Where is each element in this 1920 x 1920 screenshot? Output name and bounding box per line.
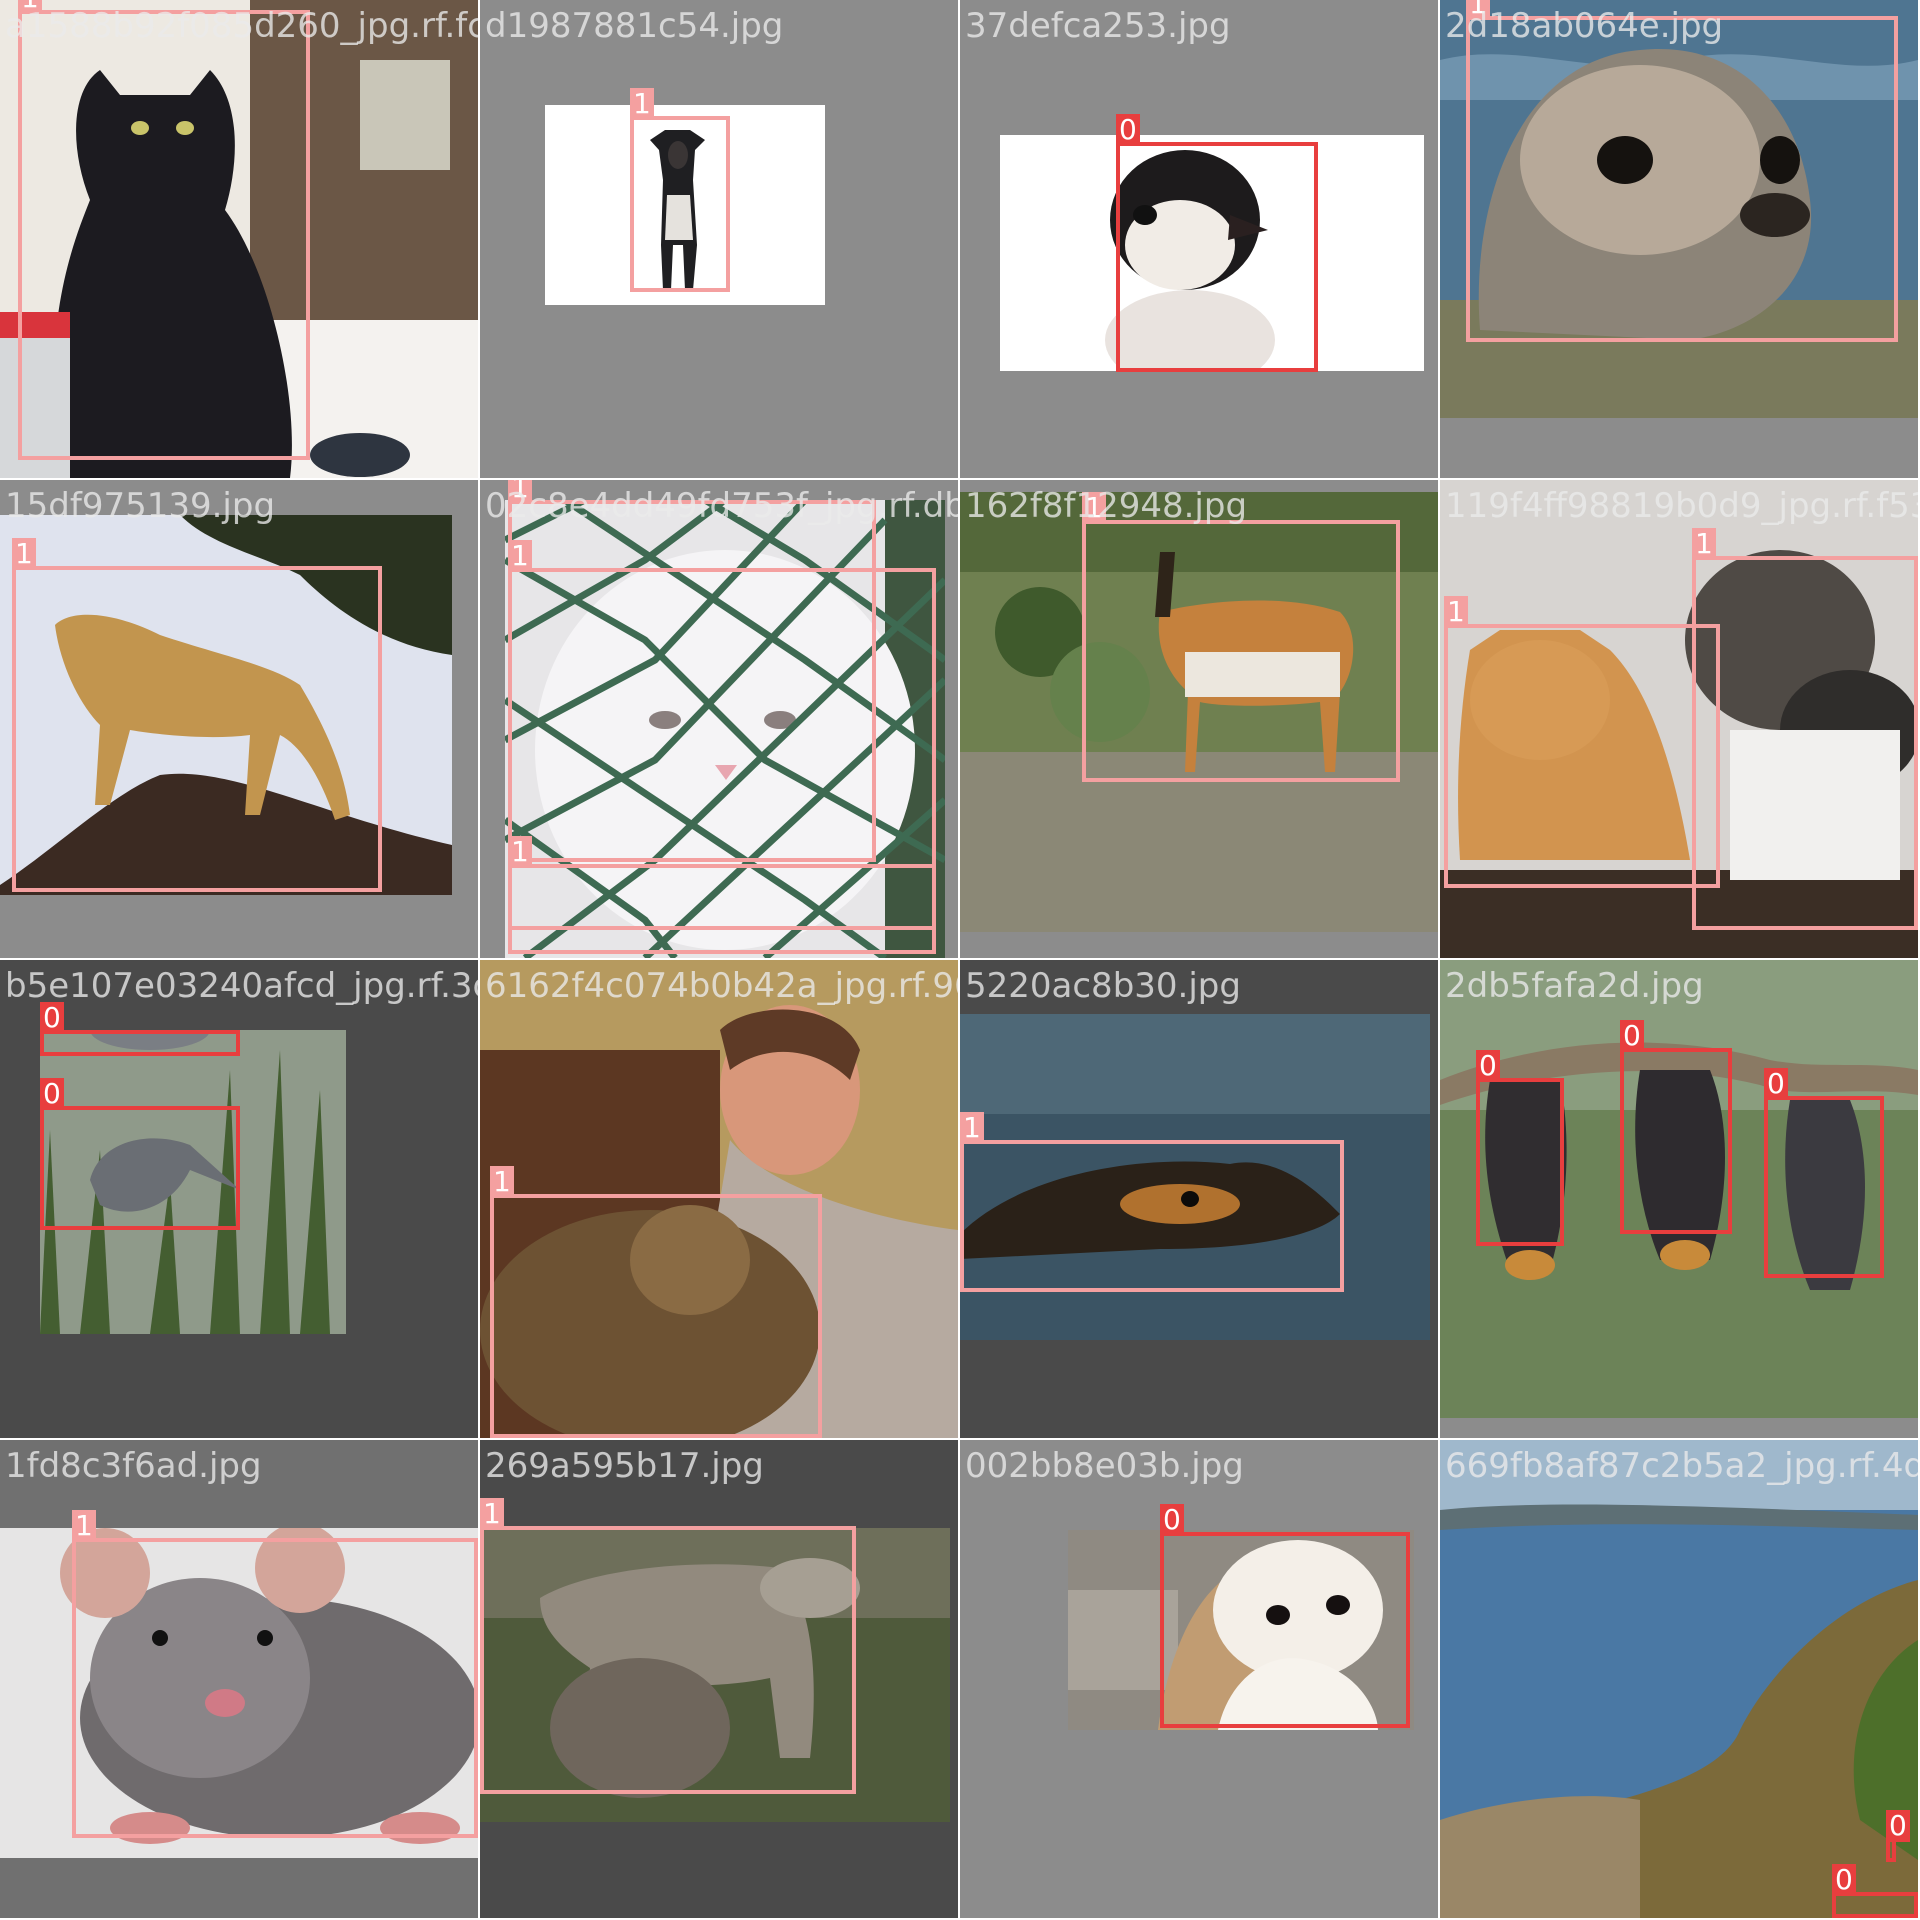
bounding-box-class-1: 1 (960, 1112, 1344, 1292)
class-label: 0 (1476, 1050, 1500, 1082)
bounding-box-class-0: 0 (1832, 1864, 1918, 1918)
bounding-box-class-0: 0 (40, 1002, 240, 1056)
image-filename: 162f8f12948.jpg (965, 486, 1248, 526)
mosaic-tile-goat: d1987881c54.jpg 1 (480, 0, 958, 478)
class-label: 1 (72, 1510, 96, 1542)
class-label: 1 (508, 836, 532, 868)
bounding-box-class-1: 1 (1444, 596, 1720, 888)
image-filename: 6162f4c074b0b42a_jpg.rf.967 (485, 966, 958, 1006)
bounding-box-class-0: 0 (1160, 1504, 1410, 1728)
image-filename: 37defca253.jpg (965, 6, 1231, 46)
bounding-box-class-0: 0 (1764, 1068, 1884, 1278)
class-label: 1 (480, 1498, 504, 1530)
class-label: 0 (40, 1002, 64, 1034)
image-filename: 5220ac8b30.jpg (965, 966, 1241, 1006)
class-label: 1 (1444, 596, 1468, 628)
class-label: 0 (1886, 1810, 1910, 1842)
image-filename: 1fd8c3f6ad.jpg (5, 1446, 262, 1486)
bounding-box-class-1: 1 (72, 1510, 478, 1838)
class-label: 1 (960, 1112, 984, 1144)
bounding-box-class-1: 1 (508, 836, 936, 954)
image-filename: 15df975139.jpg (5, 486, 276, 526)
class-label: 0 (40, 1078, 64, 1110)
class-label: 0 (1620, 1020, 1644, 1052)
class-label: 1 (1692, 528, 1716, 560)
image-filename: 119f4ff98819b0d9_jpg.rf.f53 (1445, 486, 1918, 526)
image-filename: d1987881c54.jpg (485, 6, 784, 46)
image-filename: 2db5fafa2d.jpg (1445, 966, 1704, 1006)
bounding-box-class-1: 1 (480, 1498, 856, 1794)
mosaic-tile-white-cat: 02c8e4dd49fd753f_jpg.rf.db0 1 1 1 (480, 480, 958, 958)
image-filename: b5e107e03240afcd_jpg.rf.3c0 (5, 966, 478, 1006)
mosaic-tile-pronghorn: 162f8f12948.jpg 1 (960, 480, 1438, 958)
class-label: 0 (1832, 1864, 1856, 1896)
mosaic-tile-seal: 2d18ab064e.jpg 1 (1440, 0, 1918, 478)
class-label: 0 (1764, 1068, 1788, 1100)
class-label: 1 (508, 540, 532, 572)
class-label: 0 (1160, 1504, 1184, 1536)
bounding-box-class-1: 1 (1692, 528, 1918, 930)
bounding-box-class-1: 1 (1082, 492, 1400, 782)
class-label: 1 (630, 88, 654, 120)
bounding-box-class-1: 1 (490, 1166, 822, 1438)
bounding-box-class-1: 1 (630, 88, 730, 292)
bounding-box-class-0: 0 (1116, 114, 1318, 372)
tile-photo (1440, 1440, 1918, 1918)
image-filename: a1588b92f085d260_jpg.rf.fc0198781d33354a… (5, 6, 478, 46)
mosaic-tile-penguin: 37defca253.jpg 0 (960, 0, 1438, 478)
image-filename: 269a595b17.jpg (485, 1446, 764, 1486)
mosaic-tile-rat: 1fd8c3f6ad.jpg 1 (0, 1440, 478, 1918)
bounding-box-class-0: 0 (40, 1078, 240, 1230)
training-batch-mosaic: a1588b92f085d260_jpg.rf.fc0198781d33354a… (0, 0, 1920, 1920)
image-filename: 669fb8af87c2b5a2_jpg.rf.4d (1445, 1446, 1918, 1486)
bounding-box-class-1: 1 (12, 538, 382, 892)
image-filename: 02c8e4dd49fd753f_jpg.rf.db0 (485, 486, 958, 526)
mosaic-tile-two-cats: 119f4ff98819b0d9_jpg.rf.f53 1 1 (1440, 480, 1918, 958)
mosaic-tile-hyenas: 269a595b17.jpg 1 (480, 1440, 958, 1918)
mosaic-tile-herons: b5e107e03240afcd_jpg.rf.3c0 0 0 (0, 960, 478, 1438)
image-filename: 002bb8e03b.jpg (965, 1446, 1244, 1486)
mosaic-tile-bats: 2db5fafa2d.jpg 0 0 0 (1440, 960, 1918, 1438)
mosaic-tile-seal-water: 5220ac8b30.jpg 1 (960, 960, 1438, 1438)
image-filename: 2d18ab064e.jpg (1445, 6, 1724, 46)
bounding-box-class-0: 0 (1886, 1810, 1910, 1862)
mosaic-tile-owl: 002bb8e03b.jpg 0 (960, 1440, 1438, 1918)
mosaic-tile-man-with-cat: 6162f4c074b0b42a_jpg.rf.967 1 (480, 960, 958, 1438)
class-label: 1 (12, 538, 36, 570)
class-label: 0 (1116, 114, 1140, 146)
class-label: 1 (490, 1166, 514, 1198)
bounding-box-class-0: 0 (1620, 1020, 1732, 1234)
bounding-box-class-0: 0 (1476, 1050, 1564, 1246)
mosaic-tile-black-cat: a1588b92f085d260_jpg.rf.fc0198781d33354a… (0, 0, 478, 478)
bounding-box-class-1: 1 (1466, 0, 1898, 342)
mosaic-tile-coast: 669fb8af87c2b5a2_jpg.rf.4d 0 0 (1440, 1440, 1918, 1918)
mosaic-tile-leopard: 15df975139.jpg 1 (0, 480, 478, 958)
bounding-box-class-1: 1 (18, 0, 310, 460)
